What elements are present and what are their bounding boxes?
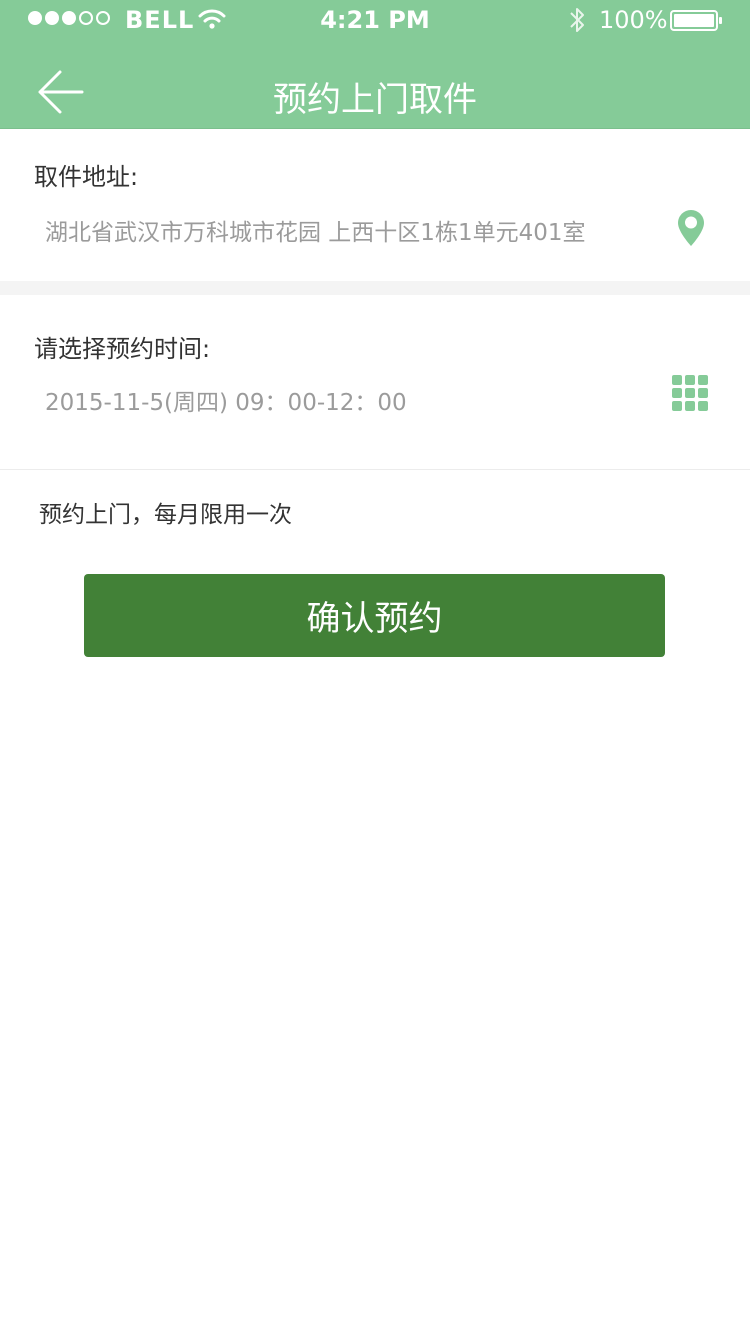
status-bar: BELL 4:21 PM 100%	[0, 0, 750, 40]
confirm-appointment-button[interactable]: 确认预约	[84, 574, 665, 657]
appointment-time-value[interactable]: 2015-11-5(周四) 09：00-12：00	[45, 383, 407, 417]
address-label: 取件地址:	[34, 163, 139, 191]
address-section[interactable]: 取件地址: 湖北省武汉市万科城市花园 上西十区1栋1单元401室	[0, 129, 750, 281]
appointment-time-label: 请选择预约时间:	[34, 335, 211, 363]
header: BELL 4:21 PM 100% 预约上门取件	[0, 0, 750, 129]
battery-icon	[670, 10, 724, 36]
page-title: 预约上门取件	[273, 80, 477, 120]
usage-limit-note: 预约上门，每月限用一次	[39, 502, 292, 528]
section-divider	[0, 281, 750, 295]
calendar-grid-icon[interactable]	[672, 375, 710, 417]
battery-percentage: 100%	[599, 6, 668, 34]
address-value[interactable]: 湖北省武汉市万科城市花园 上西十区1栋1单元401室	[45, 213, 585, 247]
location-pin-icon[interactable]	[677, 209, 705, 251]
appointment-time-section[interactable]: 请选择预约时间: 2015-11-5(周四) 09：00-12：00	[0, 295, 750, 470]
bluetooth-icon	[567, 5, 589, 39]
